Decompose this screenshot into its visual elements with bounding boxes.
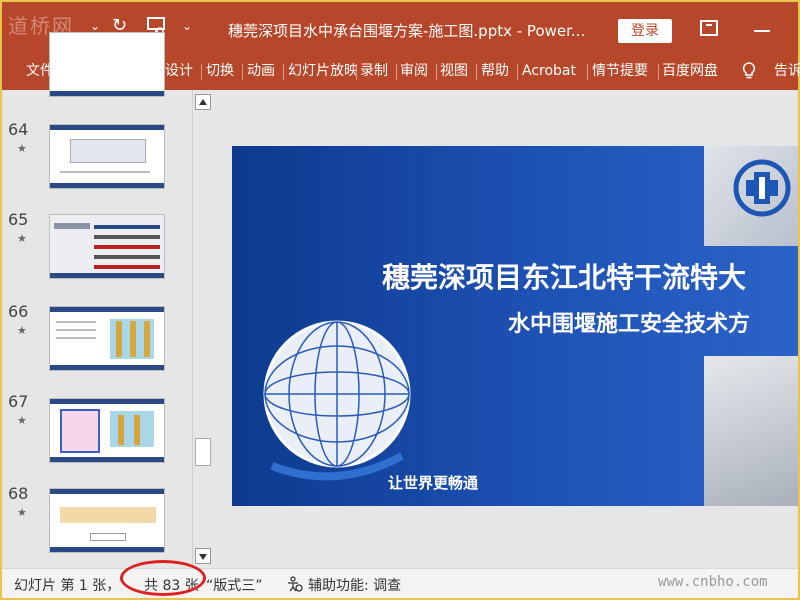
tab-animations[interactable]: 动画 <box>247 52 275 90</box>
slide-number: 67 <box>8 392 29 411</box>
slide-number: 66 <box>8 302 29 321</box>
animation-star-icon: ★ <box>17 414 27 427</box>
tab-separator <box>396 64 397 80</box>
slide-thumbnail[interactable] <box>49 32 165 97</box>
slide-thumbnail-66[interactable] <box>49 306 165 371</box>
slide-thumbnails-pane: 64 ★ 65 ★ 66 ★ 67 ★ 68 ★ <box>2 32 192 568</box>
status-slide-number: 幻灯片 第 1 张， <box>14 578 121 594</box>
animation-star-icon: ★ <box>17 232 27 245</box>
slide-number: 64 <box>8 120 29 139</box>
tab-help[interactable]: 帮助 <box>481 52 509 90</box>
slide-number: 68 <box>8 484 29 503</box>
animation-star-icon: ★ <box>17 506 27 519</box>
quick-access-dropdown-icon[interactable]: ⌄ <box>182 16 192 36</box>
tab-separator <box>356 64 357 80</box>
minimize-icon[interactable] <box>754 30 770 32</box>
slide-title: 穗莞深项目东江北特干流特大 <box>382 261 747 294</box>
tab-separator <box>436 64 437 80</box>
tell-me-box[interactable]: 告诉 <box>774 52 800 90</box>
tab-separator <box>517 64 518 80</box>
tab-transitions[interactable]: 切换 <box>206 52 234 90</box>
tab-view[interactable]: 视图 <box>440 52 468 90</box>
slide-thumbnail-67[interactable] <box>49 398 165 463</box>
accessibility-icon[interactable] <box>286 575 304 593</box>
current-slide[interactable]: 穗莞深项目东江北特干流特大 水中围堰施工安全技术方 让世界更畅通 <box>232 146 798 506</box>
tab-storyboard[interactable]: 情节提要 <box>592 52 648 90</box>
slide-bottom-panel <box>704 356 798 506</box>
slide-thumbnail-64[interactable] <box>49 124 165 189</box>
restore-icon[interactable] <box>700 20 718 36</box>
thumbnails-scrollbar[interactable] <box>192 90 212 568</box>
tab-acrobat[interactable]: Acrobat <box>522 52 576 90</box>
site-watermark: www.cnbho.com <box>658 574 768 590</box>
slide-subtitle: 水中围堰施工安全技术方 <box>508 312 751 337</box>
tab-separator <box>658 64 659 80</box>
slide-thumbnail-65[interactable] <box>49 214 165 279</box>
tab-separator <box>201 64 202 80</box>
tab-slideshow[interactable]: 幻灯片放映 <box>288 52 356 90</box>
status-theme-name[interactable]: “版式三” <box>206 575 263 595</box>
scroll-down-icon[interactable] <box>195 548 211 564</box>
slide-slogan: 让世界更畅通 <box>388 474 479 492</box>
slide-thumbnail-68[interactable] <box>49 488 165 553</box>
window-title: 穗莞深项目水中承台围堰方案-施工图.pptx - Power... <box>228 22 586 40</box>
tab-separator <box>476 64 477 80</box>
status-accessibility[interactable]: 辅助功能: 调查 <box>308 575 401 595</box>
slide-editing-area: 穗莞深项目东江北特干流特大 水中围堰施工安全技术方 让世界更畅通 <box>212 90 798 568</box>
animation-star-icon: ★ <box>17 142 27 155</box>
tab-baidu-netdisk[interactable]: 百度网盘 <box>662 52 718 90</box>
highlight-oval <box>120 560 206 596</box>
animation-star-icon: ★ <box>17 324 27 337</box>
scrollbar-thumb[interactable] <box>195 438 211 466</box>
tab-record[interactable]: 录制 <box>360 52 388 90</box>
slide-number: 65 <box>8 210 29 229</box>
tab-separator <box>242 64 243 80</box>
company-logo-icon <box>733 159 791 217</box>
lightbulb-icon[interactable] <box>742 62 756 80</box>
scroll-up-icon[interactable] <box>195 94 211 110</box>
tab-separator <box>587 64 588 80</box>
globe-icon <box>263 320 411 481</box>
tab-review[interactable]: 审阅 <box>400 52 428 90</box>
tab-separator <box>283 64 284 80</box>
login-button[interactable]: 登录 <box>618 19 672 43</box>
tab-design[interactable]: 设计 <box>165 52 193 90</box>
